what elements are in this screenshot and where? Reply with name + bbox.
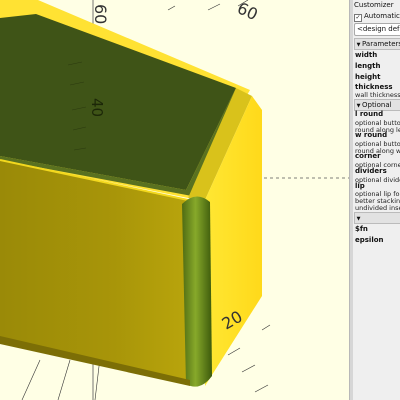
- param-lip-desc3: undivided inse: [355, 204, 400, 212]
- param-lip[interactable]: lip: [355, 182, 365, 190]
- automatic-preview-checkbox[interactable]: ✓Automatic Pr: [354, 12, 400, 22]
- axis-label-60-right: 60: [234, 0, 260, 24]
- param-thickness[interactable]: thickness: [355, 83, 393, 91]
- param-l-round[interactable]: l round: [355, 110, 383, 118]
- checkbox-check-icon[interactable]: ✓: [354, 14, 362, 22]
- design-preset-select[interactable]: <design defaul: [354, 23, 400, 36]
- axis-label-60: 60: [91, 4, 110, 24]
- param-corner[interactable]: corner: [355, 152, 381, 160]
- group-parameters-label: Parameters: [362, 40, 400, 48]
- chevron-down-icon: ▼: [356, 42, 361, 48]
- customizer-title: Customizer: [354, 1, 394, 9]
- param-epsilon[interactable]: epsilon: [355, 236, 384, 244]
- param-dividers[interactable]: dividers: [355, 167, 387, 175]
- group-parameters[interactable]: ▼ Parameters: [354, 38, 400, 50]
- param-width[interactable]: width: [355, 51, 377, 59]
- model-render: 60 60 40 20: [0, 0, 351, 400]
- customizer-panel: Customizer ✓Automatic Pr <design defaul …: [353, 0, 400, 400]
- param-length[interactable]: length: [355, 62, 380, 70]
- group-optional-label: Optional: [362, 101, 392, 109]
- 3d-viewport[interactable]: 60 60 40 20: [0, 0, 351, 400]
- automatic-preview-label: Automatic Pr: [364, 12, 400, 20]
- axis-label-40: 40: [88, 98, 106, 117]
- param-thickness-desc: wall thickness: [355, 91, 400, 99]
- chevron-down-icon: ▼: [356, 216, 361, 222]
- group-hidden[interactable]: ▼: [354, 212, 400, 224]
- param-fn[interactable]: $fn: [355, 225, 368, 233]
- param-height[interactable]: height: [355, 73, 380, 81]
- param-w-round[interactable]: w round: [355, 131, 387, 139]
- rounded-corner: [182, 196, 212, 387]
